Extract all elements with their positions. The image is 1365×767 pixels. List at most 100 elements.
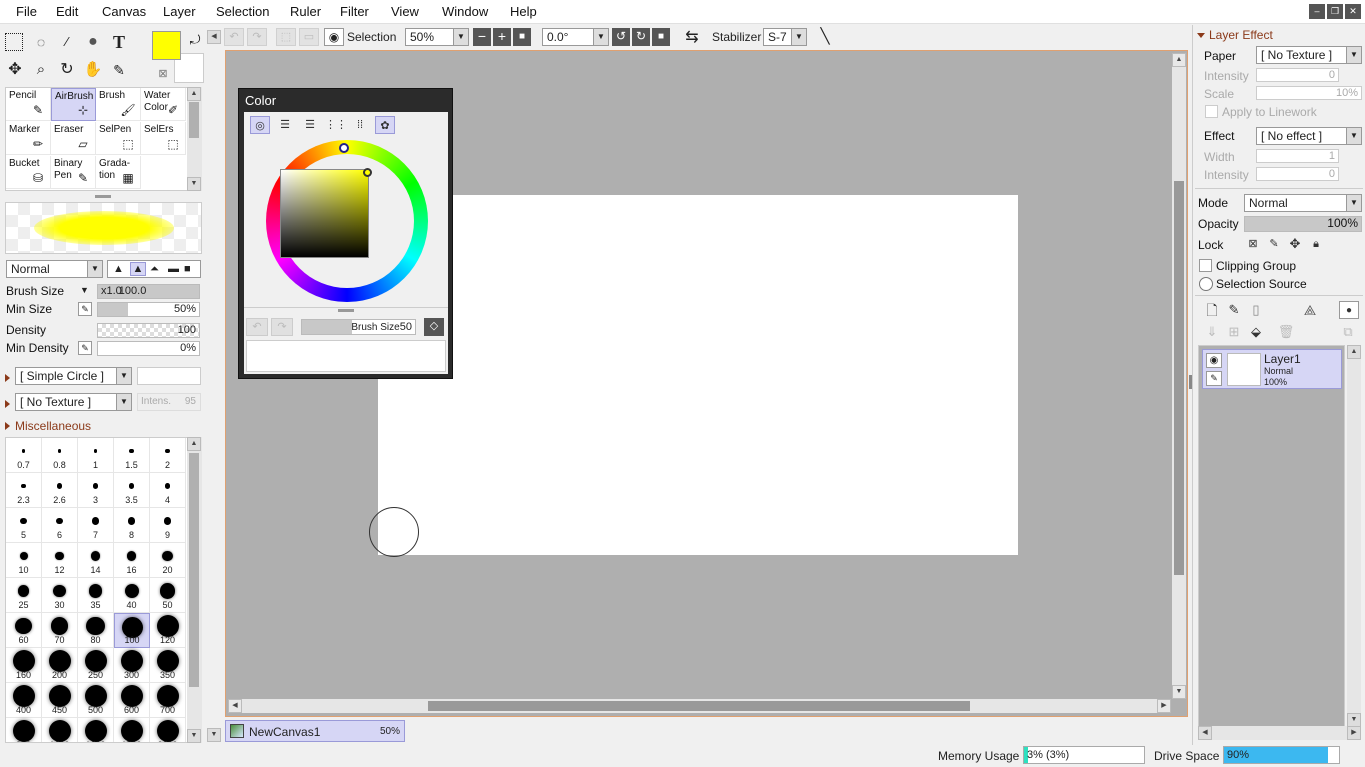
collapse-left-icon[interactable]: ◀ [207, 30, 221, 44]
rotate-ccw-icon[interactable]: ↺ [612, 28, 630, 46]
shape-round-icon[interactable]: ⏶ [150, 263, 159, 276]
hand-icon[interactable]: ✋ [82, 59, 104, 81]
layer-mask-icon[interactable]: ⟁ [1301, 301, 1319, 319]
brush-size-preset[interactable]: 400 [6, 683, 42, 718]
menu-layer[interactable]: Layer [163, 4, 196, 19]
select-pen-icon[interactable]: ● [82, 31, 104, 53]
brush-size-preset[interactable]: 0.8 [42, 438, 78, 473]
brush-size-preset[interactable]: 120 [150, 613, 186, 648]
new-layer-folder-icon[interactable]: ▯ [1247, 301, 1265, 319]
brush-size-preset[interactable]: 160 [6, 648, 42, 683]
menu-ruler[interactable]: Ruler [290, 4, 321, 19]
brush-tool-binary-pen[interactable]: Binary Pen ✎ [51, 156, 96, 189]
scroll-down-icon[interactable]: ▼ [1172, 685, 1186, 699]
brush-size-preset[interactable]: 25 [6, 578, 42, 613]
brush-tool-selers[interactable]: SelErs ⬚ [141, 122, 186, 155]
layer-opacity-field[interactable]: 100% [1244, 216, 1362, 232]
new-linework-layer-icon[interactable]: ✎ [1225, 301, 1243, 319]
brush-size-preset[interactable]: 600 [114, 683, 150, 718]
paper-scale-field[interactable]: 10% [1256, 86, 1362, 100]
primary-color-swatch[interactable] [152, 31, 181, 60]
minimize-icon[interactable]: – [1309, 4, 1325, 19]
transfer-down-icon[interactable]: ⇓ [1203, 323, 1221, 341]
scratchpad-tab-icon[interactable]: ✿ [375, 116, 395, 134]
zoom-reset-icon[interactable]: ■ [513, 28, 531, 46]
layer-effect-section[interactable]: Layer Effect [1197, 28, 1273, 42]
brush-size-preset[interactable]: 450 [42, 683, 78, 718]
brush-size-preset[interactable]: 2000 [150, 718, 186, 742]
canvas-paper[interactable] [378, 195, 1018, 555]
paper-texture-select[interactable]: [ No Texture ] ▼ [1256, 46, 1362, 64]
scroll-down-icon[interactable]: ▼ [187, 177, 201, 191]
menu-canvas[interactable]: Canvas [102, 4, 146, 19]
brush-size-preset[interactable]: 30 [42, 578, 78, 613]
layer-list-scrollbar[interactable]: ▲ ▼ [1347, 345, 1361, 727]
size-presets-scrollbar[interactable]: ▲ ▼ [187, 437, 202, 743]
brush-size-preset[interactable]: 5 [6, 508, 42, 543]
menu-help[interactable]: Help [510, 4, 537, 19]
swatches-tab-icon[interactable]: ⁞⁞ [350, 116, 370, 134]
new-layer-icon[interactable]: 🗋︎ [1203, 301, 1221, 319]
swap-colors-icon[interactable]: ⤾ [184, 29, 206, 51]
layer-list-hscrollbar[interactable]: ◀ ▶ [1198, 726, 1361, 740]
brush-size-preset[interactable]: 1500 [114, 718, 150, 742]
brush-size-preset[interactable]: 350 [150, 648, 186, 683]
brush-size-preset[interactable]: 800 [6, 718, 42, 742]
resize-grip[interactable] [338, 309, 354, 312]
brush-tool-brush[interactable]: Brush 🖌︎ [96, 88, 141, 121]
scroll-right-icon[interactable]: ▶ [1157, 699, 1171, 713]
brush-tool-selpen[interactable]: SelPen ⬚ [96, 122, 141, 155]
stabilizer-select[interactable]: S-7 ▼ [763, 28, 807, 46]
saturation-value-square[interactable] [280, 168, 372, 258]
shape-soft-icon[interactable]: ▲ [130, 262, 146, 276]
color-scratch-area[interactable] [246, 340, 446, 372]
texture-intensity-field[interactable]: Intens. 95 [137, 393, 201, 411]
shape-expand-icon[interactable] [5, 371, 15, 385]
scroll-left-icon[interactable]: ◀ [1198, 726, 1212, 740]
scroll-thumb[interactable] [189, 102, 199, 138]
rect-select-icon[interactable] [5, 33, 23, 51]
brush-size-preset[interactable]: 3 [78, 473, 114, 508]
restore-icon[interactable]: ❐ [1327, 4, 1343, 19]
min-size-pressure-icon[interactable]: ✎ [78, 302, 92, 316]
brush-size-preset[interactable]: 1000 [42, 718, 78, 742]
document-tab[interactable]: NewCanvas1 50% [225, 720, 405, 742]
brush-size-preset[interactable]: 0.7 [6, 438, 42, 473]
scroll-down-icon[interactable]: ▼ [1347, 713, 1361, 727]
brush-size-preset[interactable]: 12 [42, 543, 78, 578]
layer-eye-icon[interactable]: ◉ [1206, 353, 1222, 368]
menu-edit[interactable]: Edit [56, 4, 78, 19]
hsv-sliders-tab-icon[interactable]: ☰ [300, 116, 320, 134]
density-field[interactable]: 100 [97, 323, 200, 338]
color-redo-icon[interactable]: ↷ [271, 318, 293, 336]
brush-size-preset[interactable]: 16 [114, 543, 150, 578]
zoom-select[interactable]: 50% ▼ [405, 28, 469, 46]
layer-mode-select[interactable]: Normal ▼ [1244, 194, 1362, 212]
panel-splitter-grip[interactable] [1189, 375, 1192, 389]
layer-options-icon[interactable]: ⧉ [1339, 323, 1357, 341]
rotate-icon[interactable]: ↻ [56, 59, 78, 81]
brush-size-preset[interactable]: 1.5 [114, 438, 150, 473]
brush-size-preset[interactable]: 3.5 [114, 473, 150, 508]
clear-layer-icon[interactable]: ⬙ [1247, 323, 1265, 341]
lock-move-icon[interactable]: ✥ [1286, 235, 1304, 253]
menu-view[interactable]: View [391, 4, 419, 19]
resize-grip[interactable] [95, 195, 111, 198]
brush-size-preset[interactable]: 50 [150, 578, 186, 613]
brush-size-preset[interactable]: 2.6 [42, 473, 78, 508]
close-icon[interactable]: ✕ [1345, 4, 1361, 19]
rotation-select[interactable]: 0.0° ▼ [542, 28, 609, 46]
brush-shape-select[interactable]: [ Simple Circle ] ▼ [15, 367, 132, 385]
canvas-vscrollbar[interactable]: ▲ ▼ [1172, 53, 1186, 699]
shape-sharp-icon[interactable]: ▲ [113, 263, 124, 275]
merge-down-icon[interactable]: ⊞ [1225, 323, 1243, 341]
eyedropper-icon[interactable]: ✎ [108, 59, 130, 81]
hscroll-thumb[interactable] [428, 701, 970, 711]
brush-size-preset[interactable]: 40 [114, 578, 150, 613]
brush-size-preset[interactable]: 200 [42, 648, 78, 683]
shape-square-icon[interactable]: ■ [184, 263, 191, 275]
brush-shape-param[interactable] [137, 367, 201, 385]
undo-icon[interactable]: ↶ [224, 28, 244, 46]
scroll-up-icon[interactable]: ▲ [187, 87, 201, 101]
delete-layer-icon[interactable]: 🗑︎ [1277, 323, 1295, 341]
